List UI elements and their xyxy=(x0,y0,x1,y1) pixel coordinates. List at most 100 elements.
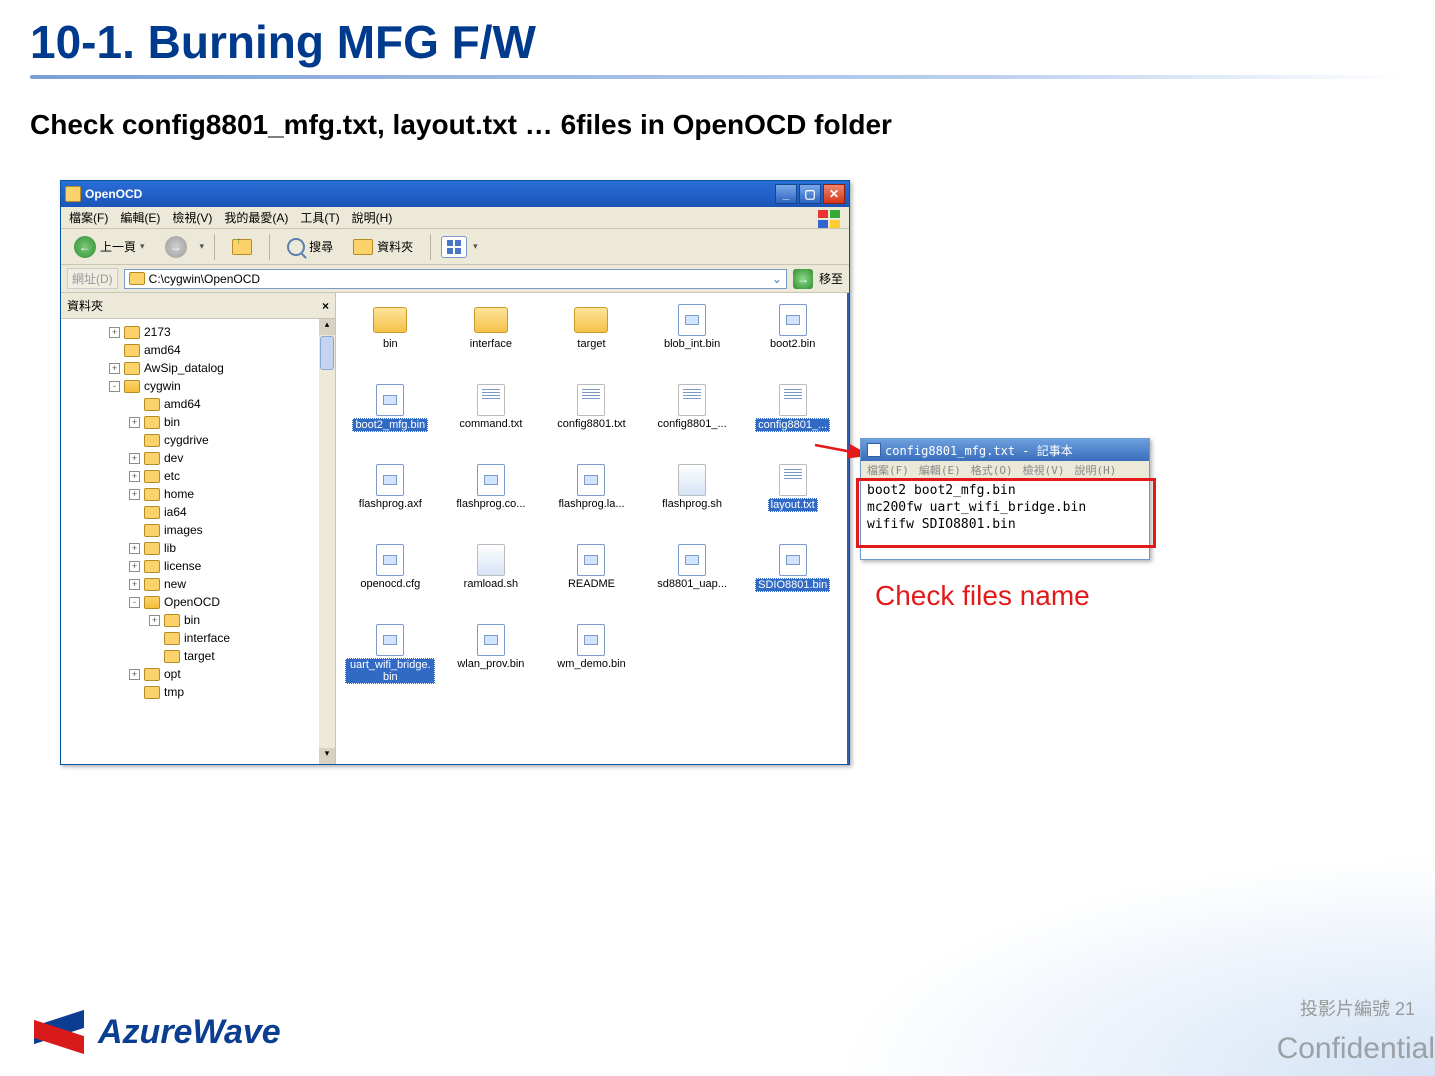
tree-node[interactable]: images xyxy=(65,521,335,539)
file-tile[interactable]: config8801_... xyxy=(742,381,843,461)
tree-node[interactable]: tmp xyxy=(65,683,335,701)
file-tile[interactable]: flashprog.co... xyxy=(441,461,542,541)
file-tile[interactable]: target xyxy=(541,301,642,381)
tree-node[interactable]: +etc xyxy=(65,467,335,485)
file-tile-label: target xyxy=(577,338,605,350)
menu-help[interactable]: 說明(H) xyxy=(352,209,393,226)
menu-file[interactable]: 檔案(F) xyxy=(69,209,108,226)
maximize-button[interactable]: ▢ xyxy=(799,184,821,204)
up-button[interactable]: ↑ xyxy=(225,236,259,258)
file-tile-label: config8801.txt xyxy=(557,418,626,430)
expand-icon[interactable]: + xyxy=(129,489,140,500)
expand-icon[interactable]: + xyxy=(129,669,140,680)
tree-node[interactable]: +opt xyxy=(65,665,335,683)
file-tile[interactable]: bin xyxy=(340,301,441,381)
file-tile[interactable]: flashprog.la... xyxy=(541,461,642,541)
np-menu-file[interactable]: 檔案(F) xyxy=(867,462,909,478)
close-panel-button[interactable]: × xyxy=(322,299,329,313)
tree-node[interactable]: cygdrive xyxy=(65,431,335,449)
file-tile[interactable]: flashprog.axf xyxy=(340,461,441,541)
file-tile[interactable]: config8801.txt xyxy=(541,381,642,461)
chevron-down-icon[interactable]: ⌄ xyxy=(772,272,782,286)
file-tile[interactable]: openocd.cfg xyxy=(340,541,441,621)
scrollbar[interactable]: ▴ ▾ xyxy=(319,319,335,764)
expand-icon[interactable]: + xyxy=(109,363,120,374)
file-tile[interactable]: boot2_mfg.bin xyxy=(340,381,441,461)
view-mode-button[interactable] xyxy=(441,236,467,258)
folder-tree-title: 資料夾 xyxy=(67,297,103,314)
tree-node[interactable]: +lib xyxy=(65,539,335,557)
np-menu-view[interactable]: 檢視(V) xyxy=(1023,462,1065,478)
file-tile[interactable]: wm_demo.bin xyxy=(541,621,642,701)
tree-node[interactable]: interface xyxy=(65,629,335,647)
file-tile-label: flashprog.axf xyxy=(359,498,422,510)
file-tile[interactable]: sd8801_uap... xyxy=(642,541,743,621)
binary-file-icon xyxy=(473,625,509,655)
folders-button[interactable]: 資料夾 xyxy=(346,235,420,258)
back-button[interactable]: ← 上一頁 ▾ xyxy=(67,233,152,261)
expand-icon[interactable]: + xyxy=(129,561,140,572)
file-tile[interactable]: ramload.sh xyxy=(441,541,542,621)
search-button[interactable]: 搜尋 xyxy=(280,235,340,259)
windows-logo-icon xyxy=(817,209,841,227)
tree-node[interactable]: ia64 xyxy=(65,503,335,521)
tree-node[interactable]: amd64 xyxy=(65,341,335,359)
tree-node[interactable]: -OpenOCD xyxy=(65,593,335,611)
menu-tools[interactable]: 工具(T) xyxy=(300,209,339,226)
tree-node[interactable]: +bin xyxy=(65,413,335,431)
file-tile[interactable]: interface xyxy=(441,301,542,381)
tree-node[interactable]: +new xyxy=(65,575,335,593)
file-list-pane[interactable]: bininterface target blob_int.binboot2.bin b… xyxy=(336,293,849,764)
np-menu-edit[interactable]: 編輯(E) xyxy=(919,462,961,478)
forward-button[interactable]: → xyxy=(158,233,194,261)
expand-icon[interactable]: + xyxy=(149,615,160,626)
collapse-icon[interactable]: - xyxy=(109,381,120,392)
file-tile[interactable]: blob_int.bin xyxy=(642,301,743,381)
menu-favorites[interactable]: 我的最愛(A) xyxy=(224,209,288,226)
minimize-button[interactable]: _ xyxy=(775,184,797,204)
notepad-icon xyxy=(867,443,881,457)
script-file-icon xyxy=(473,545,509,575)
file-tile[interactable]: config8801_... xyxy=(642,381,743,461)
tree-node[interactable]: +AwSip_datalog xyxy=(65,359,335,377)
expand-icon[interactable]: + xyxy=(129,579,140,590)
expand-icon[interactable]: + xyxy=(129,471,140,482)
notepad-titlebar[interactable]: config8801_mfg.txt - 記事本 xyxy=(861,439,1149,461)
file-tile[interactable]: SDIO8801.bin xyxy=(742,541,843,621)
tree-node[interactable]: -cygwin xyxy=(65,377,335,395)
menu-view[interactable]: 檢視(V) xyxy=(172,209,212,226)
scroll-down-arrow[interactable]: ▾ xyxy=(319,748,335,764)
file-tile[interactable]: wlan_prov.bin xyxy=(441,621,542,701)
tree-node[interactable]: +license xyxy=(65,557,335,575)
expand-icon[interactable]: + xyxy=(109,327,120,338)
scroll-up-arrow[interactable]: ▴ xyxy=(319,319,335,335)
tree-node[interactable]: +bin xyxy=(65,611,335,629)
scroll-track[interactable] xyxy=(319,371,335,748)
file-tile[interactable]: command.txt xyxy=(441,381,542,461)
chevron-down-icon[interactable]: ▾ xyxy=(473,241,478,252)
expand-icon[interactable]: + xyxy=(129,417,140,428)
tree-node[interactable]: +home xyxy=(65,485,335,503)
address-input[interactable]: C:\cygwin\OpenOCD ⌄ xyxy=(124,269,787,289)
menu-edit[interactable]: 編輯(E) xyxy=(120,209,160,226)
file-tile[interactable]: boot2.bin xyxy=(742,301,843,381)
file-tile[interactable]: uart_wifi_bridge.bin xyxy=(340,621,441,701)
file-tile[interactable]: flashprog.sh xyxy=(642,461,743,541)
explorer-window: OpenOCD _ ▢ ✕ 檔案(F) 編輯(E) 檢視(V) 我的最愛(A) … xyxy=(60,180,850,765)
np-menu-help[interactable]: 說明(H) xyxy=(1075,462,1117,478)
expand-icon[interactable]: + xyxy=(129,543,140,554)
folder-tree[interactable]: +2173amd64+AwSip_datalog-cygwinamd64+bin… xyxy=(61,319,335,764)
tree-node[interactable]: amd64 xyxy=(65,395,335,413)
tree-node[interactable]: +2173 xyxy=(65,323,335,341)
np-menu-format[interactable]: 格式(O) xyxy=(971,462,1013,478)
tree-node[interactable]: target xyxy=(65,647,335,665)
file-tile[interactable]: README xyxy=(541,541,642,621)
go-button[interactable]: → xyxy=(793,269,813,289)
expand-icon[interactable]: + xyxy=(129,453,140,464)
explorer-titlebar[interactable]: OpenOCD _ ▢ ✕ xyxy=(61,181,849,207)
scroll-thumb[interactable] xyxy=(320,336,334,370)
collapse-icon[interactable]: - xyxy=(129,597,140,608)
tree-node[interactable]: +dev xyxy=(65,449,335,467)
file-tile[interactable]: layout.txt xyxy=(742,461,843,541)
close-button[interactable]: ✕ xyxy=(823,184,845,204)
